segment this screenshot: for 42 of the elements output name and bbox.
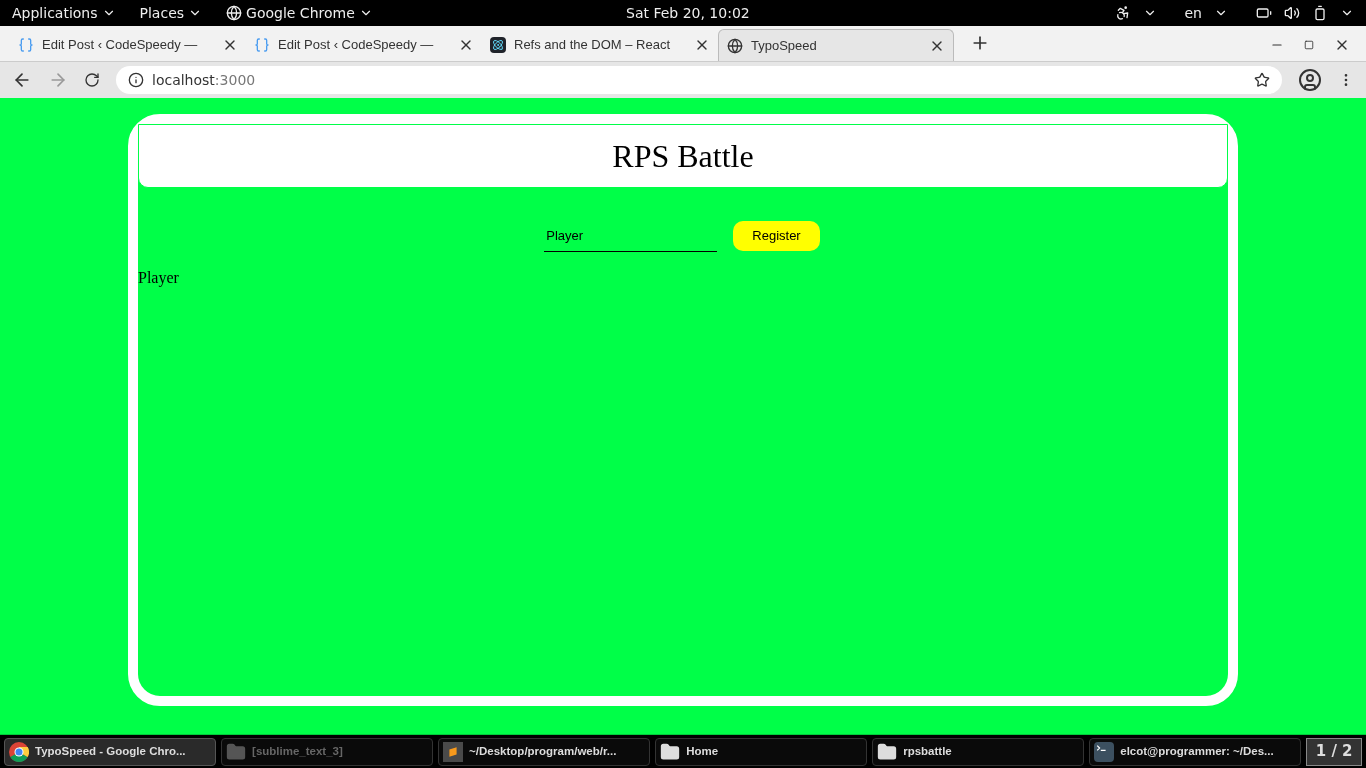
page-title: RPS Battle [612,137,754,176]
address-bar[interactable]: localhost:3000 [116,66,1282,94]
player-name-field[interactable]: Player [544,220,718,252]
browser-tab[interactable]: Refs and the DOM – React [482,29,718,61]
braces-icon [18,37,34,53]
globe-icon [727,37,743,54]
bookmark-star-icon[interactable] [1254,72,1270,88]
folder-icon [877,741,898,762]
atom-icon [490,37,506,53]
folder-icon [226,741,247,762]
accessibility-icon[interactable] [1114,5,1131,21]
tab-title: Refs and the DOM – React [514,36,672,55]
taskbar-item[interactable]: rpsbattle [872,737,1085,766]
terminal-icon [1094,741,1115,762]
taskbar-item[interactable]: Home [655,737,868,766]
sublime-icon [443,741,464,762]
top-menu[interactable]: Google Chrome [226,2,373,24]
battery-icon[interactable] [1312,5,1328,21]
top-menu[interactable]: Applications [12,2,116,24]
volume-icon[interactable] [1284,5,1300,21]
folder-icon [660,741,681,762]
workspace-switcher[interactable]: 1 / 2 [1306,737,1363,766]
taskbar-item[interactable]: elcot@programmer: ~/Des... [1089,737,1302,766]
top-menu[interactable]: Places [139,2,203,24]
browser-tab[interactable]: TypoSpeed [718,29,954,61]
info-icon[interactable] [128,72,144,88]
browser-tab[interactable]: Edit Post ‹ CodeSpeedy — [10,29,246,61]
reload-icon[interactable] [84,72,100,88]
register-button[interactable]: Register [733,221,820,251]
clock[interactable]: Sat Feb 20, 10:02 [626,2,750,24]
maximize-icon[interactable] [1304,40,1314,50]
taskbar-item[interactable]: TypoSpeed - Google Chro... [4,737,217,766]
player-label: Player [138,268,179,289]
browser-tab[interactable]: Edit Post ‹ CodeSpeedy — [246,29,482,61]
language-indicator[interactable]: en [1184,2,1202,24]
taskbar-item[interactable]: ~/Desktop/program/web/r... [438,737,651,766]
tab-title: Edit Post ‹ CodeSpeedy — [42,36,199,55]
braces-icon [254,37,270,53]
tab-title: TypoSpeed [751,36,818,55]
tab-title: Edit Post ‹ CodeSpeedy — [278,36,435,55]
url-text: localhost:3000 [152,70,257,90]
profile-icon[interactable] [1298,68,1322,92]
